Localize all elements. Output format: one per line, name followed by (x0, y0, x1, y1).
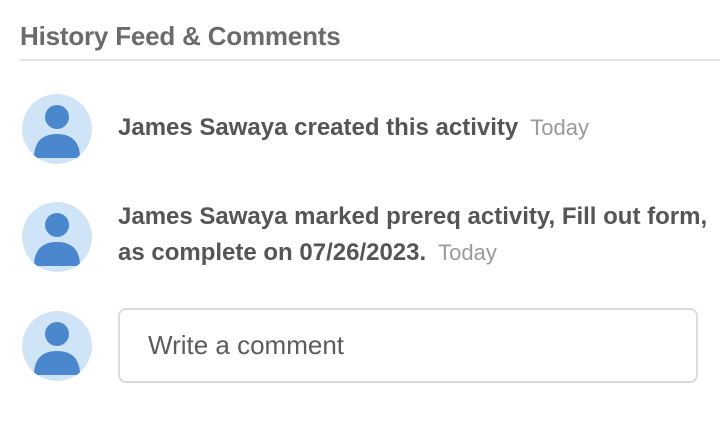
comment-input[interactable] (118, 308, 698, 383)
section-divider (20, 59, 720, 61)
feed-item-timestamp: Today (438, 240, 497, 265)
current-user-avatar-icon (22, 311, 92, 381)
section-title: History Feed & Comments (20, 21, 341, 51)
feed-item: James Sawaya created this activity Today (118, 110, 708, 146)
feed-item-text: James Sawaya created this activity (118, 114, 519, 141)
feed-item: James Sawaya marked prereq activity, Fil… (118, 199, 708, 271)
user-avatar-icon (22, 202, 92, 272)
feed-item-timestamp: Today (530, 115, 589, 140)
user-avatar-icon (22, 94, 92, 164)
feed-item-text: James Sawaya marked prereq activity, Fil… (118, 203, 708, 266)
